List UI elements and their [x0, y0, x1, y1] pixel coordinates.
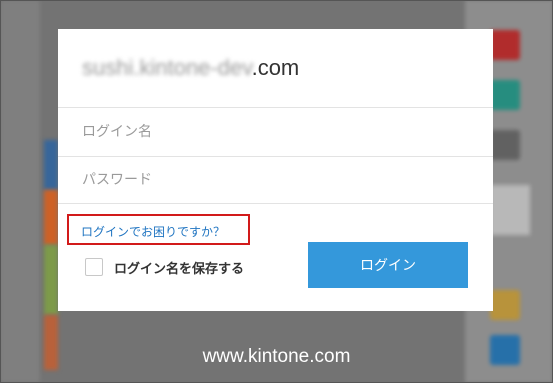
- help-link-highlight: ログインでお困りですか？: [67, 214, 250, 245]
- domain-suffix: .com: [251, 55, 300, 80]
- login-help-link[interactable]: ログインでお困りですか？: [81, 223, 225, 240]
- domain-name: sushi.kintone-dev.com: [82, 55, 299, 81]
- login-button[interactable]: ログイン: [308, 242, 468, 288]
- footer-url: www.kintone.com: [202, 346, 351, 367]
- username-field-container: [58, 107, 493, 155]
- username-input[interactable]: [58, 108, 493, 155]
- remember-checkbox[interactable]: [85, 258, 103, 276]
- remember-login-option[interactable]: ログイン名を保存する: [85, 257, 244, 277]
- remember-label: ログイン名を保存する: [114, 261, 245, 277]
- domain-blurred-text: sushi.kintone-dev: [82, 55, 252, 80]
- domain-header: sushi.kintone-dev.com: [58, 29, 493, 108]
- password-input[interactable]: [58, 157, 493, 203]
- password-field-container: [58, 156, 493, 204]
- login-card: sushi.kintone-dev.com ログインでお困りですか？ ログイン名…: [58, 29, 493, 311]
